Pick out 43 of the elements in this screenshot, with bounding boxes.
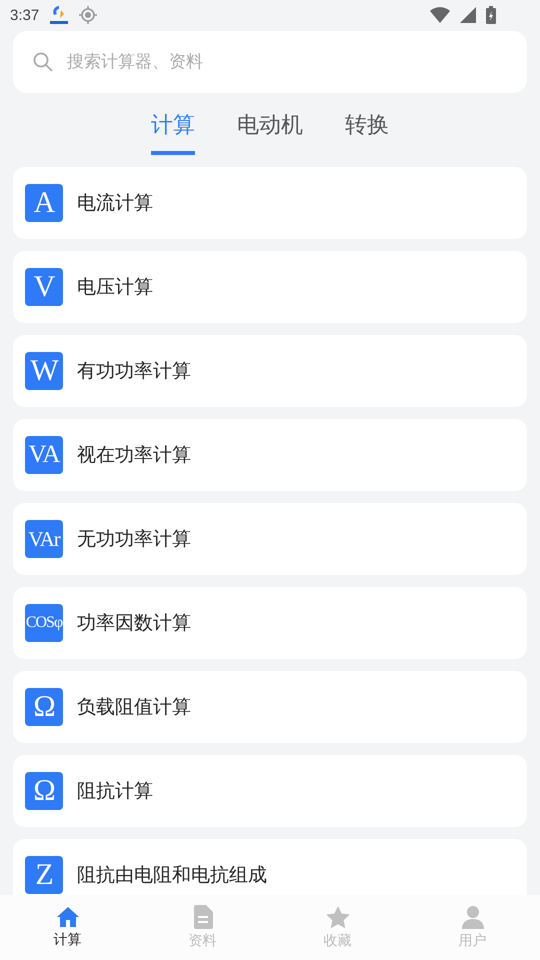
symbol-icon: W [25, 352, 63, 390]
symbol-icon: V [25, 268, 63, 306]
symbol-icon: A [25, 184, 63, 222]
calculator-item[interactable]: Z 阻抗由电阻和电抗组成 [13, 839, 527, 895]
user-icon [460, 905, 484, 929]
symbol-icon: VAr [25, 520, 63, 558]
status-time: 3:37 [10, 6, 40, 24]
calculator-title: 电流计算 [77, 191, 153, 216]
calculator-title: 视在功率计算 [77, 443, 191, 468]
search-icon [33, 52, 53, 72]
calculator-title: 功率因数计算 [77, 611, 191, 636]
calculator-title: 无功功率计算 [77, 527, 191, 552]
calculator-item[interactable]: W 有功功率计算 [13, 335, 527, 407]
symbol-icon: Ω [25, 688, 63, 726]
calculator-item[interactable]: Ω 负载阻值计算 [13, 671, 527, 743]
symbol-icon: Z [25, 856, 63, 894]
calculator-item[interactable]: V 电压计算 [13, 251, 527, 323]
symbol-icon: Ω [25, 772, 63, 810]
battery-icon [486, 6, 496, 24]
calculator-title: 有功功率计算 [77, 359, 191, 384]
calculator-title: 阻抗由电阻和电抗组成 [77, 863, 267, 888]
home-icon [56, 906, 80, 928]
star-icon [326, 906, 350, 928]
calculator-item[interactable]: A 电流计算 [13, 167, 527, 239]
symbol-icon: COSφ [25, 604, 63, 642]
calculator-item[interactable]: VA 视在功率计算 [13, 419, 527, 491]
symbol-icon: VA [25, 436, 63, 474]
nav-tab[interactable]: 计算 [0, 895, 135, 960]
location-icon [79, 6, 98, 24]
calculator-item[interactable]: COSφ 功率因数计算 [13, 587, 527, 659]
calculator-item[interactable]: VAr 无功功率计算 [13, 503, 527, 575]
calculator-item[interactable]: Ω 阻抗计算 [13, 755, 527, 827]
document-icon [192, 905, 212, 929]
category-tab[interactable]: 转换 [345, 93, 389, 155]
search-field[interactable]: 搜索计算器、资料 [13, 31, 527, 93]
wifi-icon [430, 7, 450, 23]
signal-icon [460, 7, 476, 23]
category-tab[interactable]: 计算 [151, 93, 195, 155]
calculator-title: 电压计算 [77, 275, 153, 300]
app-notification-icon [49, 5, 70, 25]
calculator-title: 负载阻值计算 [77, 695, 191, 720]
calculator-title: 阻抗计算 [77, 779, 153, 804]
category-tab[interactable]: 电动机 [237, 93, 303, 155]
